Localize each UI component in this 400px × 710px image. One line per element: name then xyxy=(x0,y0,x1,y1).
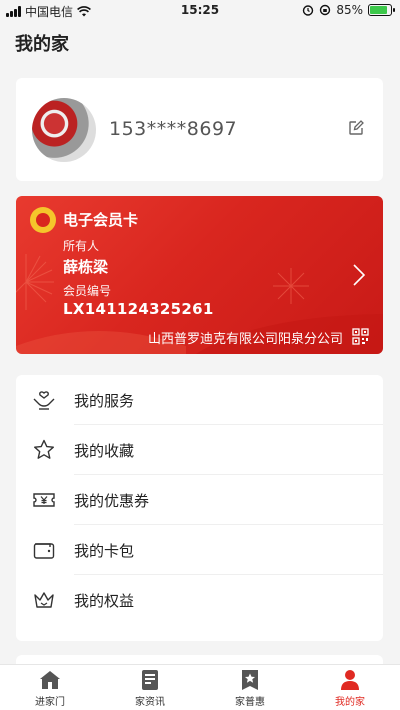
profile-card[interactable]: 153****8697 xyxy=(16,78,383,181)
benefit-star-icon xyxy=(242,670,258,690)
battery-level xyxy=(370,6,387,14)
tab-bar: 进家门 家资讯 家普惠 我的家 xyxy=(0,664,400,710)
card-title: 电子会员卡 xyxy=(63,211,139,229)
person-icon xyxy=(341,670,359,690)
tab-home[interactable]: 进家门 xyxy=(0,665,100,710)
member-number: LX141124325261 xyxy=(63,300,214,318)
service-hands-icon xyxy=(33,391,55,410)
home-icon xyxy=(40,671,60,689)
menu-item-wallet[interactable]: 我的卡包 xyxy=(16,525,383,575)
tab-label: 我的家 xyxy=(335,697,365,708)
tab-label: 家资讯 xyxy=(135,697,165,708)
menu-item-favorites[interactable]: 我的收藏 xyxy=(16,425,383,475)
company-name: 山西普罗迪克有限公司阳泉分公司 xyxy=(147,332,343,347)
member-card[interactable]: 电子会员卡 所有人 薛栋梁 会员编号 LX141124325261 山西普罗迪克… xyxy=(16,196,383,354)
status-bar-right: 85% xyxy=(302,3,395,17)
rotation-lock-icon xyxy=(320,4,331,16)
wallet-icon xyxy=(33,543,55,559)
tab-label: 家普惠 xyxy=(235,697,265,708)
menu-item-label: 我的优惠券 xyxy=(74,491,150,510)
menu-item-rights[interactable]: 我的权益 xyxy=(16,575,383,625)
chevron-right-icon[interactable] xyxy=(353,264,365,286)
owner-name: 薛栋梁 xyxy=(63,258,109,276)
coupon-icon xyxy=(33,493,55,507)
battery-icon xyxy=(368,4,395,16)
menu-item-coupons[interactable]: 我的优惠券 xyxy=(16,475,383,525)
menu-item-services[interactable]: 我的服务 xyxy=(16,375,383,425)
menu-list: 我的服务 我的收藏 我的优惠券 我的卡包 我的权益 xyxy=(16,375,383,641)
menu-item-label: 我的卡包 xyxy=(74,541,135,560)
status-bar: 中国电信 15:25 85% xyxy=(0,0,400,22)
edit-icon[interactable] xyxy=(347,119,365,137)
qr-code-icon[interactable] xyxy=(352,328,369,345)
tab-news[interactable]: 家资讯 xyxy=(100,665,200,710)
tab-label: 进家门 xyxy=(35,697,65,708)
news-icon xyxy=(142,670,158,690)
page-title: 我的家 xyxy=(15,34,69,55)
tab-my-home[interactable]: 我的家 xyxy=(300,665,400,710)
tab-benefits[interactable]: 家普惠 xyxy=(200,665,300,710)
menu-item-label: 我的服务 xyxy=(74,391,135,410)
menu-item-label: 我的收藏 xyxy=(74,441,135,460)
user-phone: 153****8697 xyxy=(109,118,238,140)
battery-percent: 85% xyxy=(336,3,363,17)
member-number-label: 会员编号 xyxy=(63,284,112,298)
alarm-icon xyxy=(303,5,314,16)
owner-label: 所有人 xyxy=(63,239,100,253)
menu-item-label: 我的权益 xyxy=(74,591,135,610)
crown-icon xyxy=(34,592,54,608)
user-avatar[interactable] xyxy=(32,98,96,162)
union-logo-icon xyxy=(30,207,56,233)
star-icon xyxy=(34,439,54,459)
